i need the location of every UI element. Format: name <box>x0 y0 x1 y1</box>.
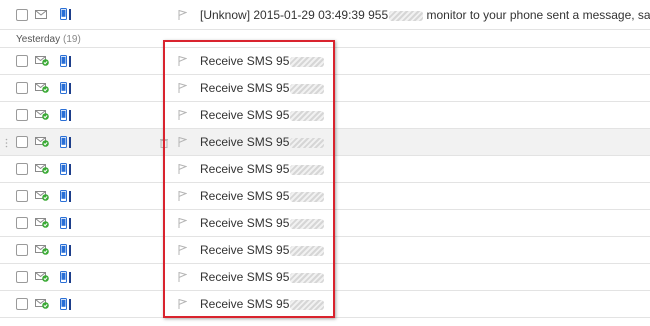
phone-icon <box>60 271 67 283</box>
row-checkbox[interactable] <box>16 271 28 283</box>
envelope-check-icon <box>35 218 49 228</box>
envelope-check-icon <box>35 299 49 309</box>
cursor-bar-icon <box>69 83 71 94</box>
envelope-check-icon <box>35 191 49 201</box>
cursor-bar-icon <box>69 110 71 121</box>
row-checkbox[interactable] <box>16 217 28 229</box>
cursor-bar-icon <box>69 218 71 229</box>
group-name: Yesterday <box>16 34 61 45</box>
message-subject[interactable]: [Unknow] 2015-01-29 03:49:39 955 monitor… <box>200 8 650 22</box>
phone-icon <box>60 190 67 202</box>
envelope-check-icon <box>35 137 49 147</box>
cursor-bar-icon <box>69 56 71 67</box>
row-checkbox[interactable] <box>16 136 28 148</box>
message-row[interactable]: [Unknow] 2015-01-29 03:49:39 955 monitor… <box>0 0 650 30</box>
row-checkbox[interactable] <box>16 163 28 175</box>
cursor-bar-icon <box>69 9 71 20</box>
phone-icon <box>60 298 67 310</box>
phone-icon <box>60 217 67 229</box>
cursor-bar-icon <box>69 299 71 310</box>
cursor-bar-icon <box>69 137 71 148</box>
subject-text: [Unknow] 2015-01-29 03:49:39 955 <box>200 8 389 22</box>
phone-icon <box>60 55 67 67</box>
cursor-bar-icon <box>69 272 71 283</box>
phone-icon <box>60 109 67 121</box>
group-count: (19) <box>63 34 81 45</box>
row-checkbox[interactable] <box>16 190 28 202</box>
envelope-check-icon <box>35 56 49 66</box>
envelope-check-icon <box>35 10 47 19</box>
row-checkbox[interactable] <box>16 244 28 256</box>
phone-icon <box>60 8 67 20</box>
row-checkbox[interactable] <box>16 298 28 310</box>
envelope-check-icon <box>35 245 49 255</box>
phone-icon <box>60 82 67 94</box>
row-checkbox[interactable] <box>16 9 28 21</box>
phone-icon <box>60 163 67 175</box>
envelope-check-icon <box>35 83 49 93</box>
flag-icon[interactable] <box>178 10 187 20</box>
subject-text-suffix: monitor to your phone sent a message, sa… <box>423 8 650 22</box>
envelope-check-icon <box>35 272 49 282</box>
phone-icon <box>60 244 67 256</box>
envelope-check-icon <box>35 164 49 174</box>
drag-handle-icon[interactable] <box>5 138 8 148</box>
redacted-number <box>389 10 424 21</box>
cursor-bar-icon <box>69 164 71 175</box>
phone-icon <box>60 136 67 148</box>
cursor-bar-icon <box>69 191 71 202</box>
cursor-bar-icon <box>69 245 71 256</box>
envelope-check-icon <box>35 110 49 120</box>
highlight-annotation-box <box>163 40 335 318</box>
row-checkbox[interactable] <box>16 109 28 121</box>
row-checkbox[interactable] <box>16 55 28 67</box>
row-checkbox[interactable] <box>16 82 28 94</box>
